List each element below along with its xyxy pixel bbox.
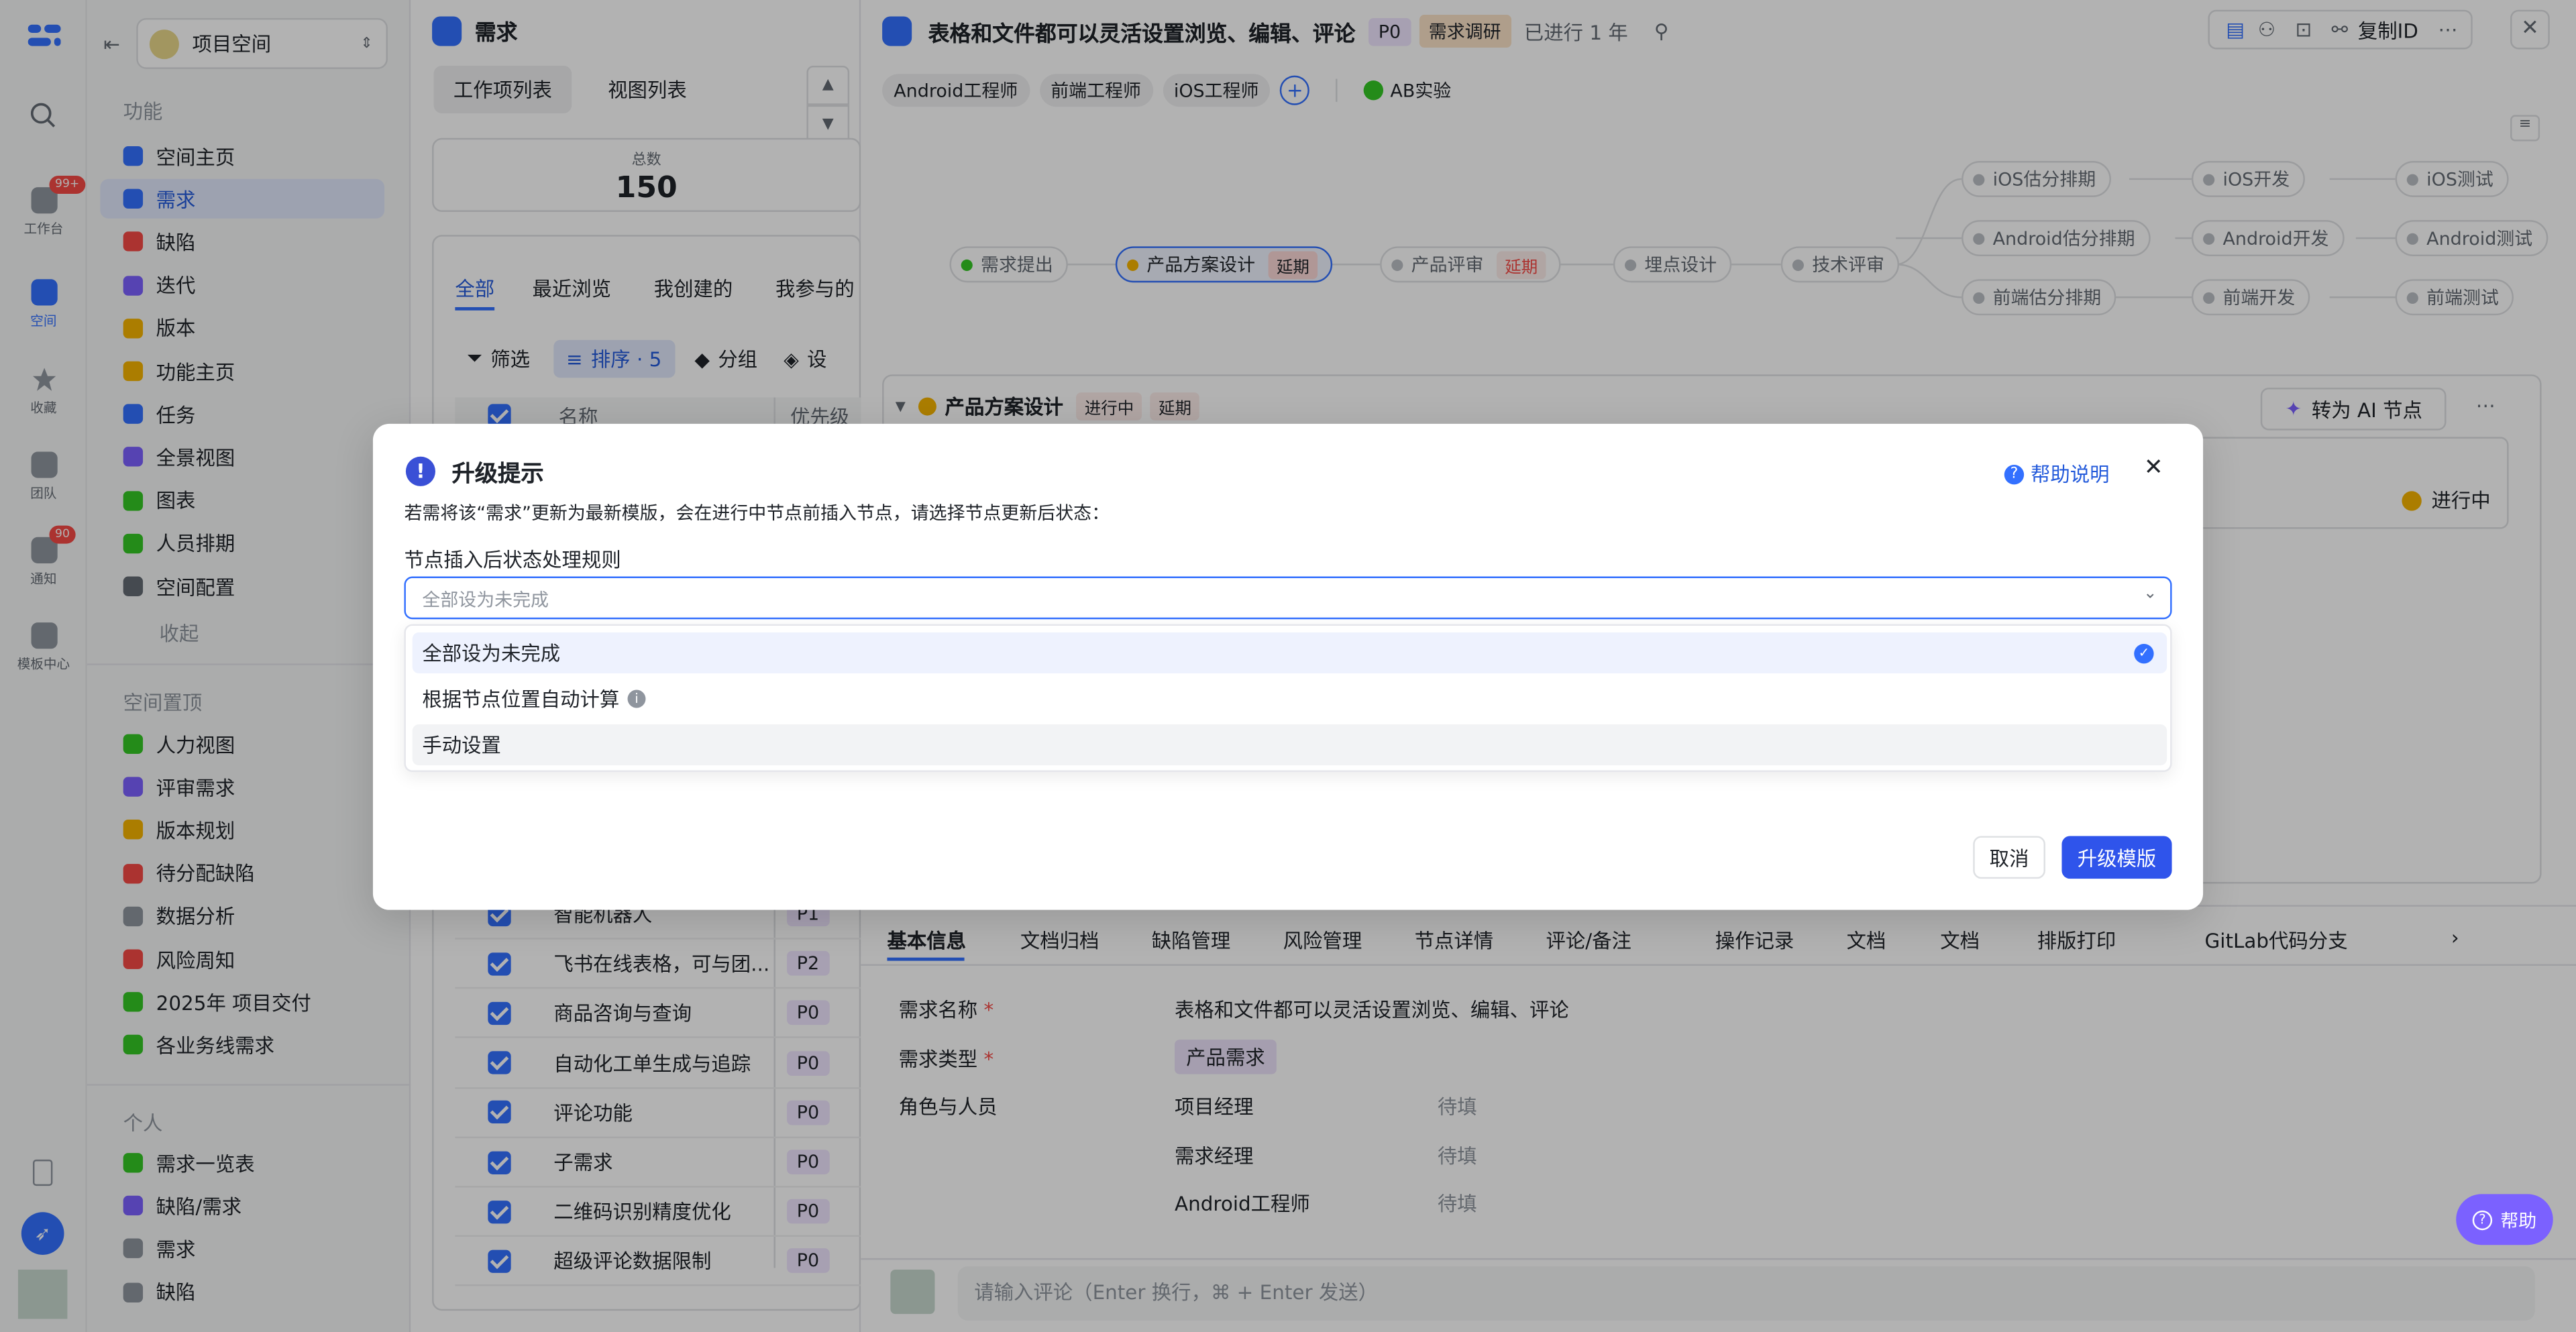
help-button[interactable]: ? 帮助: [2456, 1194, 2553, 1245]
question-icon: ?: [2004, 463, 2025, 484]
chevron-down-icon: ⌄: [2143, 584, 2157, 603]
option-manual[interactable]: 手动设置: [412, 724, 2167, 766]
upgrade-template-button[interactable]: 升级模版: [2061, 836, 2172, 879]
help-icon: ?: [2472, 1209, 2493, 1229]
cancel-button[interactable]: 取消: [1973, 836, 2045, 879]
rule-dropdown: 全部设为未完成 ✓ 根据节点位置自动计算 i 手动设置: [404, 624, 2172, 772]
check-icon: ✓: [2134, 643, 2154, 663]
option-all-incomplete[interactable]: 全部设为未完成 ✓: [412, 632, 2167, 674]
warning-icon: !: [405, 456, 435, 486]
close-icon[interactable]: ✕: [2144, 455, 2163, 481]
upgrade-modal: ! 升级提示 ? 帮助说明 ✕ 若需将该“需求”更新为最新模版，会在进行中节点前…: [372, 423, 2204, 910]
option-auto-calc[interactable]: 根据节点位置自动计算 i: [413, 678, 2167, 719]
rule-field-label: 节点插入后状态处理规则: [404, 548, 621, 572]
info-icon: i: [627, 689, 646, 708]
modal-description: 若需将该“需求”更新为最新模版，会在进行中节点前插入节点，请选择节点更新后状态：: [404, 502, 1110, 524]
modal-title: 升级提示: [451, 461, 544, 488]
rule-select[interactable]: 全部设为未完成 ⌄: [404, 576, 2172, 620]
help-link[interactable]: ? 帮助说明: [2004, 460, 2110, 488]
